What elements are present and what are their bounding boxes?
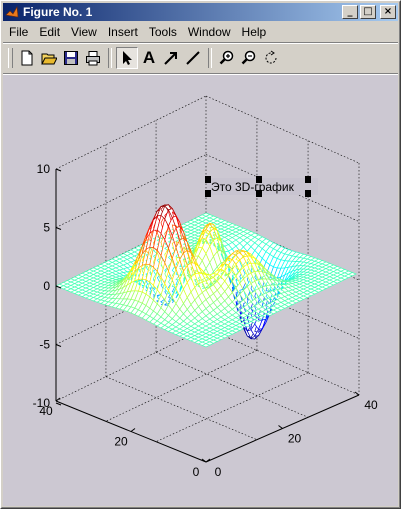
- selection-handle[interactable]: [205, 176, 211, 183]
- minimize-button[interactable]: _: [342, 5, 358, 19]
- arrow-select-icon: [123, 51, 132, 65]
- save-button[interactable]: [60, 47, 82, 69]
- grid-line: [155, 352, 309, 418]
- figure-canvas[interactable]: 10 5 0 -5 -10 40 20 0 0 20 40 Это 3D-график: [3, 75, 398, 506]
- save-icon: [64, 51, 78, 65]
- menu-tools[interactable]: Tools: [143, 25, 182, 39]
- menu-edit[interactable]: Edit: [33, 25, 65, 39]
- insert-line-button[interactable]: [182, 47, 204, 69]
- open-button[interactable]: [38, 47, 60, 69]
- menu-window-label: Window: [187, 25, 231, 39]
- y-tick: [354, 391, 360, 396]
- grid-line: [55, 154, 207, 228]
- insert-arrow-button[interactable]: [160, 47, 182, 69]
- menu-window[interactable]: Window: [182, 25, 236, 39]
- selection-handle[interactable]: [205, 190, 211, 197]
- toolbar: A: [3, 45, 398, 71]
- menu-edit-label: Edit: [39, 25, 61, 39]
- x-tick-label: 0: [193, 465, 200, 479]
- insert-text-button[interactable]: A: [138, 47, 160, 69]
- new-icon: [21, 50, 33, 66]
- rotate-3d-button[interactable]: [260, 47, 282, 69]
- text-icon: A: [142, 48, 156, 67]
- surface-mesh: [55, 204, 357, 348]
- z-tick: [55, 402, 62, 406]
- arrow-icon: [164, 52, 177, 65]
- menu-insert[interactable]: Insert: [102, 25, 143, 39]
- x-tick: [130, 428, 136, 432]
- grid-line: [155, 372, 309, 442]
- toolbar-separator: [208, 48, 212, 68]
- axis-box-edge: [205, 95, 360, 164]
- rotate-icon: [265, 50, 277, 64]
- menu-tools-label: Tools: [148, 25, 177, 39]
- menu-help[interactable]: Help: [236, 25, 272, 39]
- y-tick: [278, 425, 283, 429]
- selection-handle[interactable]: [256, 190, 262, 197]
- selection-handle[interactable]: [256, 176, 262, 183]
- menu-file[interactable]: File: [3, 25, 33, 39]
- y-tick-label: 0: [215, 465, 222, 479]
- menu-separator: [3, 42, 398, 44]
- annotation-text[interactable]: Это 3D-график: [211, 180, 295, 194]
- close-button[interactable]: ×: [380, 5, 396, 19]
- menu-view-label: View: [71, 25, 97, 39]
- selection-handle[interactable]: [305, 190, 311, 197]
- z-tick: [55, 227, 62, 230]
- zoom-in-button[interactable]: [216, 47, 238, 69]
- toolbar-separator: [108, 48, 112, 68]
- z-tick-label: 10: [37, 162, 51, 176]
- z-tick-label: 0: [43, 279, 50, 293]
- x-tick-label: 20: [114, 435, 128, 449]
- z-tick-label: -5: [39, 338, 50, 352]
- selection-handle[interactable]: [305, 176, 311, 183]
- toolbar-grip[interactable]: [8, 48, 13, 68]
- menu-insert-label: Insert: [107, 25, 138, 39]
- open-icon: [41, 53, 57, 65]
- window-title: Figure No. 1: [23, 5, 93, 19]
- menu-view[interactable]: View: [65, 25, 102, 39]
- edit-plot-button[interactable]: [116, 47, 138, 69]
- zoom-in-icon: [219, 50, 234, 65]
- z-tick: [55, 168, 62, 172]
- z-tick-label: 5: [43, 221, 50, 235]
- menu-bar: File Edit View Insert Tools Window Help: [3, 23, 398, 41]
- line-icon: [186, 51, 200, 65]
- print-button[interactable]: [82, 47, 104, 69]
- menu-help-label: Help: [241, 25, 267, 39]
- title-bar[interactable]: Figure No. 1 _ □ ×: [3, 3, 398, 21]
- zoom-out-icon: [241, 50, 256, 65]
- axis-box-edge: [55, 95, 207, 170]
- figure-window: Figure No. 1 _ □ × File Edit View Insert…: [0, 0, 401, 509]
- axis-box-edge: [205, 327, 360, 396]
- x-tick-label: 40: [39, 404, 53, 418]
- zoom-out-button[interactable]: [238, 47, 260, 69]
- axis-box-edge: [55, 327, 207, 402]
- y-tick-label: 40: [364, 398, 378, 412]
- matlab-logo-icon: [5, 6, 19, 18]
- z-tick: [55, 344, 62, 347]
- new-figure-button[interactable]: [16, 47, 38, 69]
- print-icon: [86, 51, 100, 66]
- menu-file-label: File: [9, 25, 29, 39]
- surface-plot[interactable]: 1050-5-1040200 02040Это 3D-график: [3, 75, 398, 506]
- maximize-button[interactable]: □: [360, 5, 376, 19]
- y-tick-label: 20: [288, 432, 302, 446]
